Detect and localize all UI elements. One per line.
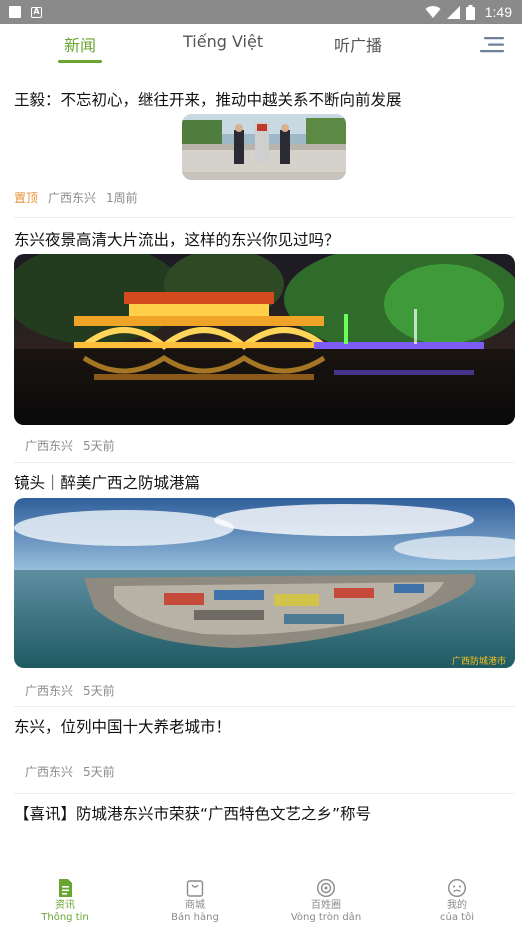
news-item[interactable]: 王毅：不忘初心，继往开来，推动中越关系不断向前发展 置顶 广西东兴 1周前	[0, 64, 522, 218]
article-time: 1周前	[106, 191, 138, 205]
active-tab-indicator	[58, 60, 102, 63]
tab-news[interactable]: 新闻	[64, 32, 96, 56]
news-item[interactable]: 东兴，位列中国十大养老城市！ 广西东兴 5天前	[0, 707, 522, 794]
article-title[interactable]: 镜头｜醉美广西之防城港篇	[14, 471, 200, 493]
article-source: 广西东兴	[25, 684, 74, 698]
wifi-icon	[425, 6, 441, 19]
article-title[interactable]: 东兴夜景高清大片流出，这样的东兴你见过吗？	[14, 228, 340, 250]
bottom-nav-shop[interactable]: 商城 Bán hàng	[145, 878, 245, 924]
article-meta: 广西东兴 5天前	[25, 437, 115, 454]
news-feed[interactable]: 王毅：不忘初心，继往开来，推动中越关系不断向前发展 置顶 广西东兴 1周前 东兴…	[0, 64, 522, 870]
profile-face-icon	[447, 878, 467, 898]
bottom-nav-sublabel: Vòng tròn dân	[290, 912, 362, 923]
tab-vietnamese[interactable]: Tiếng Việt	[183, 32, 263, 51]
battery-icon	[465, 4, 475, 20]
article-source: 广西东兴	[25, 765, 74, 779]
article-title[interactable]: 东兴，位列中国十大养老城市！	[14, 715, 231, 737]
pinned-badge: 置顶	[14, 191, 39, 205]
menu-icon[interactable]	[480, 36, 504, 54]
article-title[interactable]: 王毅：不忘初心，继往开来，推动中越关系不断向前发展	[14, 88, 402, 110]
article-title[interactable]: 【喜讯】防城港东兴市荣获“广西特色文艺之乡”称号	[14, 802, 371, 824]
status-bar: A 1:49	[0, 0, 522, 24]
image-watermark: 广西防城港市	[452, 655, 506, 667]
news-doc-icon	[59, 879, 72, 897]
bottom-nav-label: 商城	[185, 900, 205, 911]
bottom-nav-label: 百姓圈	[311, 900, 341, 911]
community-circle-icon	[316, 878, 336, 898]
news-item[interactable]: 【喜讯】防城港东兴市荣获“广西特色文艺之乡”称号	[0, 794, 522, 854]
port-aerial-image: 广西防城港市	[14, 498, 515, 668]
article-thumbnail[interactable]	[182, 114, 346, 180]
signal-icon	[446, 5, 460, 19]
bottom-nav-sublabel: Bán hàng	[171, 912, 219, 923]
article-source: 广西东兴	[25, 439, 74, 453]
news-item[interactable]: 东兴夜景高清大片流出，这样的东兴你见过吗？ 广西东兴 5天前	[0, 218, 522, 463]
article-meta: 广西东兴 5天前	[25, 682, 115, 699]
article-thumbnail[interactable]	[14, 254, 515, 425]
notification-square-icon	[9, 6, 21, 18]
bottom-nav: 资讯 Thông tin 商城 Bán hàng 百姓圈 Vòng tròn d…	[0, 870, 522, 928]
bottom-nav-profile[interactable]: 我的 của tôi	[407, 878, 507, 924]
article-meta: 置顶 广西东兴 1周前	[14, 189, 138, 206]
article-source: 广西东兴	[48, 191, 97, 205]
tab-radio[interactable]: 听广播	[334, 32, 382, 56]
news-item[interactable]: 镜头｜醉美广西之防城港篇 广西防城港市 广西东兴 5天前	[0, 463, 522, 707]
article-thumbnail[interactable]: 广西防城港市	[14, 498, 515, 668]
bottom-nav-sublabel: của tôi	[440, 912, 474, 923]
bottom-nav-news[interactable]: 资讯 Thông tin	[15, 878, 115, 924]
status-time: 1:49	[484, 4, 512, 20]
bottom-nav-sublabel: Thông tin	[41, 912, 89, 923]
shop-bag-icon	[186, 880, 204, 897]
bottom-nav-label: 资讯	[55, 900, 75, 911]
top-tab-bar: 新闻 Tiếng Việt 听广播	[0, 24, 522, 64]
night-bridge-image	[14, 254, 515, 425]
bottom-nav-community[interactable]: 百姓圈 Vòng tròn dân	[276, 878, 376, 924]
bottom-nav-label: 我的	[447, 900, 467, 911]
a-app-icon: A	[31, 6, 42, 18]
article-meta: 广西东兴 5天前	[25, 763, 115, 780]
diplomats-image	[182, 114, 346, 180]
article-time: 5天前	[83, 439, 115, 453]
article-time: 5天前	[83, 684, 115, 698]
article-time: 5天前	[83, 765, 115, 779]
